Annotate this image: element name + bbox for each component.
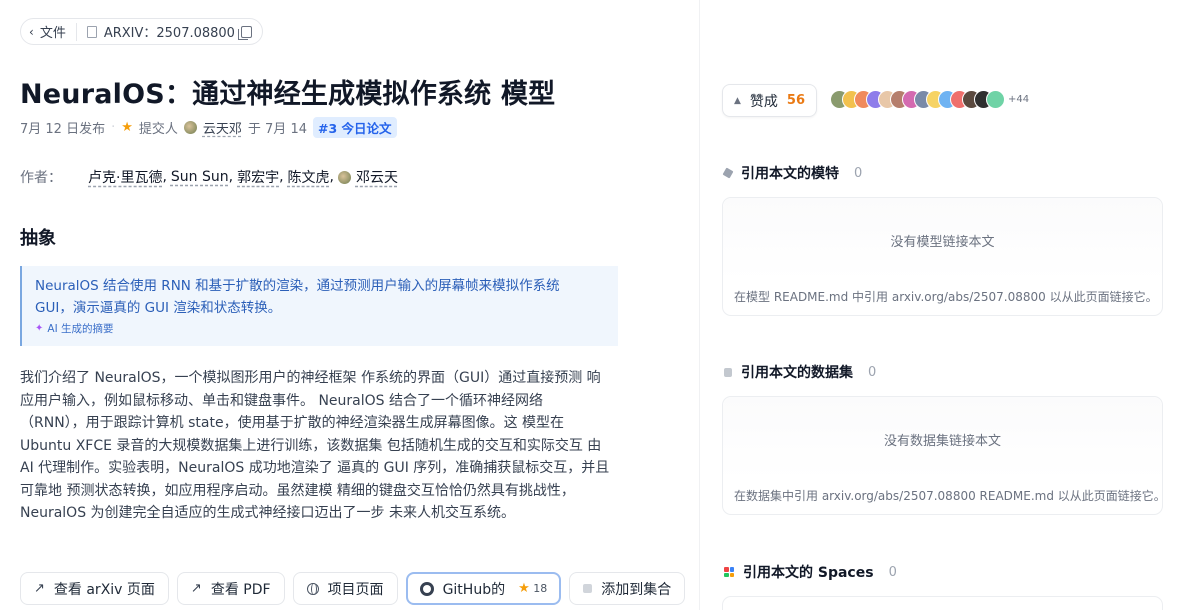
paper-actions: ↗ 查看 arXiv 页面 ↗ 查看 PDF 项目页面 GitHub的 ★ 18… — [20, 572, 686, 605]
ai-summary-box: NeuralOS 结合使用 RNN 和基于扩散的渲染，通过预测用户输入的屏幕帧来… — [20, 266, 618, 346]
abstract-heading: 抽象 — [20, 228, 56, 249]
paper-meta: 7月 12 日发布 · ★ 提交人 云天邓 于 7月 14 #3 今日论文 — [20, 117, 397, 138]
upvote-count: 56 — [786, 93, 806, 108]
datasets-title-text: 引用本文的数据集 — [741, 365, 853, 381]
upvote-button[interactable]: ▲ 赞成 56 — [722, 84, 817, 117]
abstract-line: NeuralOS 为创建完全自适应的生成式神经接口迈出了一步 未来人机交互系统。 — [20, 505, 515, 521]
arxiv-id-text: ARXIV：2507.08800 — [103, 26, 235, 41]
dataset-icon — [724, 367, 732, 377]
upvote-label: 赞成 — [749, 93, 778, 110]
datasets-count: 0 — [868, 364, 877, 380]
ai-summary-note-text: AI 生成的摘要 — [47, 323, 114, 335]
models-count: 0 — [854, 165, 863, 181]
daily-paper-badge[interactable]: #3 今日论文 — [312, 117, 397, 138]
datasets-section-title: 引用本文的数据集 0 — [724, 362, 876, 382]
authors-list: 作者： 卢克·里瓦德, Sun Sun, 郭宏宇, 陈文虎, 邓云天 — [20, 167, 398, 187]
chevron-left-icon: ‹ — [29, 24, 34, 39]
github-button[interactable]: GitHub的 ★ 18 — [405, 572, 562, 605]
breadcrumb: ‹ 文件 ARXIV：2507.08800 — [20, 18, 263, 45]
project-page-button[interactable]: 项目页面 — [292, 572, 398, 605]
view-arxiv-label: 查看 arXiv 页面 — [53, 581, 155, 598]
submitter-avatar — [183, 121, 197, 134]
author-link[interactable]: 卢克·里瓦德 — [88, 167, 162, 187]
project-page-label: 项目页面 — [327, 581, 384, 598]
authors-label: 作者： — [20, 170, 62, 186]
view-arxiv-button[interactable]: ↗ 查看 arXiv 页面 — [20, 572, 169, 605]
abstract-line: 我们介绍了 NeuralOS，一个模拟图形用户的神经框架 作系统的界面（GUI）… — [20, 370, 601, 386]
external-link-icon: ↗ — [34, 581, 45, 596]
spaces-count: 0 — [888, 564, 897, 580]
paper-main-column: ‹ 文件 ARXIV：2507.08800 NeuralOS：通过神经生成模拟作… — [0, 0, 700, 610]
collection-icon — [583, 584, 593, 593]
avatar — [986, 90, 1005, 109]
github-stars-count: 18 — [533, 582, 548, 595]
github-icon — [419, 581, 434, 596]
breadcrumb-divider — [75, 22, 77, 41]
star-icon: ★ — [518, 581, 530, 596]
datasets-hint: 在数据集中引用 arxiv.org/abs/2507.08800 README.… — [734, 489, 1166, 503]
model-cube-icon — [722, 167, 734, 179]
abstract-line: Ubuntu XFCE 录音的大规模数据集上进行训练，该数据集 包括随机生成的交… — [20, 437, 602, 454]
spaces-card — [722, 596, 1163, 610]
author-link[interactable]: 陈文虎 — [288, 167, 330, 187]
abstract-line: AI 代理制作。实验表明，NeuralOS 成功地渲染了 逼真的 GUI 序列，… — [20, 460, 610, 476]
back-label: 文件 — [39, 26, 66, 41]
author-link[interactable]: 邓云天 — [356, 167, 398, 187]
meta-separator: · — [111, 120, 116, 135]
github-label: GitHub的 — [442, 581, 506, 598]
external-link-icon: ↗ — [190, 581, 202, 596]
spaces-title-text: 引用本文的 Spaces — [743, 565, 874, 581]
models-hint: 在模型 README.md 中引用 arxiv.org/abs/2507.088… — [734, 290, 1158, 304]
page-title: NeuralOS：通过神经生成模拟作系统 模型 — [20, 79, 556, 110]
arxiv-id: ARXIV：2507.08800 — [86, 22, 235, 41]
abstract-line: 可靠地 预测状态转换，如应用程序启动。虽然建模 精细的键盘交互恰恰仍然具有挑战性… — [20, 482, 575, 499]
spaces-section-title: 引用本文的 Spaces 0 — [724, 562, 897, 582]
back-to-papers-link[interactable]: ‹ 文件 — [29, 22, 76, 42]
more-upvoters-count: +44 — [1008, 94, 1030, 105]
author-link[interactable]: Sun Sun — [171, 169, 229, 185]
spaces-icon — [724, 567, 734, 577]
add-to-collection-button[interactable]: 添加到集合 — [569, 572, 686, 605]
view-pdf-button[interactable]: ↗ 查看 PDF — [176, 572, 285, 605]
models-title-text: 引用本文的模特 — [741, 166, 839, 182]
ai-summary-note: ✦ AI 生成的摘要 — [35, 321, 618, 336]
sparkle-icon: ✦ — [35, 323, 44, 334]
models-card: 没有模型链接本文 在模型 README.md 中引用 arxiv.org/abs… — [722, 197, 1163, 316]
abstract-text: 我们介绍了 NeuralOS，一个模拟图形用户的神经框架 作系统的界面（GUI）… — [20, 367, 620, 525]
datasets-empty-text: 没有数据集链接本文 — [723, 397, 1162, 481]
author-avatar — [337, 170, 351, 184]
abstract-line: （RNN），用于跟踪计算机 state，使用基于扩散的神经渲染器生成屏幕图像。这… — [20, 415, 565, 431]
upvote-arrow-icon: ▲ — [734, 95, 741, 106]
star-icon: ★ — [121, 120, 133, 135]
add-to-collection-label: 添加到集合 — [601, 581, 672, 598]
submitted-date: 于 7月 14 — [247, 122, 307, 137]
github-stars: ★ 18 — [518, 581, 547, 596]
submitted-by-label: 提交人 — [138, 122, 178, 137]
globe-icon — [306, 582, 319, 595]
author-link[interactable]: 郭宏宇 — [237, 167, 279, 187]
copy-icon[interactable] — [237, 25, 252, 40]
view-pdf-label: 查看 PDF — [210, 581, 271, 598]
published-date: 7月 12 日发布 — [20, 122, 106, 137]
datasets-card: 没有数据集链接本文 在数据集中引用 arxiv.org/abs/2507.088… — [722, 396, 1166, 515]
abstract-line: 应用户输入，例如鼠标移动、单击和键盘事件。 NeuralOS 结合了一个循环神经… — [20, 392, 543, 409]
document-icon — [86, 25, 97, 38]
ai-summary-text: NeuralOS 结合使用 RNN 和基于扩散的渲染，通过预测用户输入的屏幕帧来… — [35, 278, 560, 316]
upvoter-avatars[interactable]: +44 — [830, 90, 1029, 109]
models-section-title: 引用本文的模特 0 — [722, 163, 863, 183]
submitter-link[interactable]: 云天邓 — [203, 118, 242, 137]
models-empty-text: 没有模型链接本文 — [723, 198, 1162, 282]
